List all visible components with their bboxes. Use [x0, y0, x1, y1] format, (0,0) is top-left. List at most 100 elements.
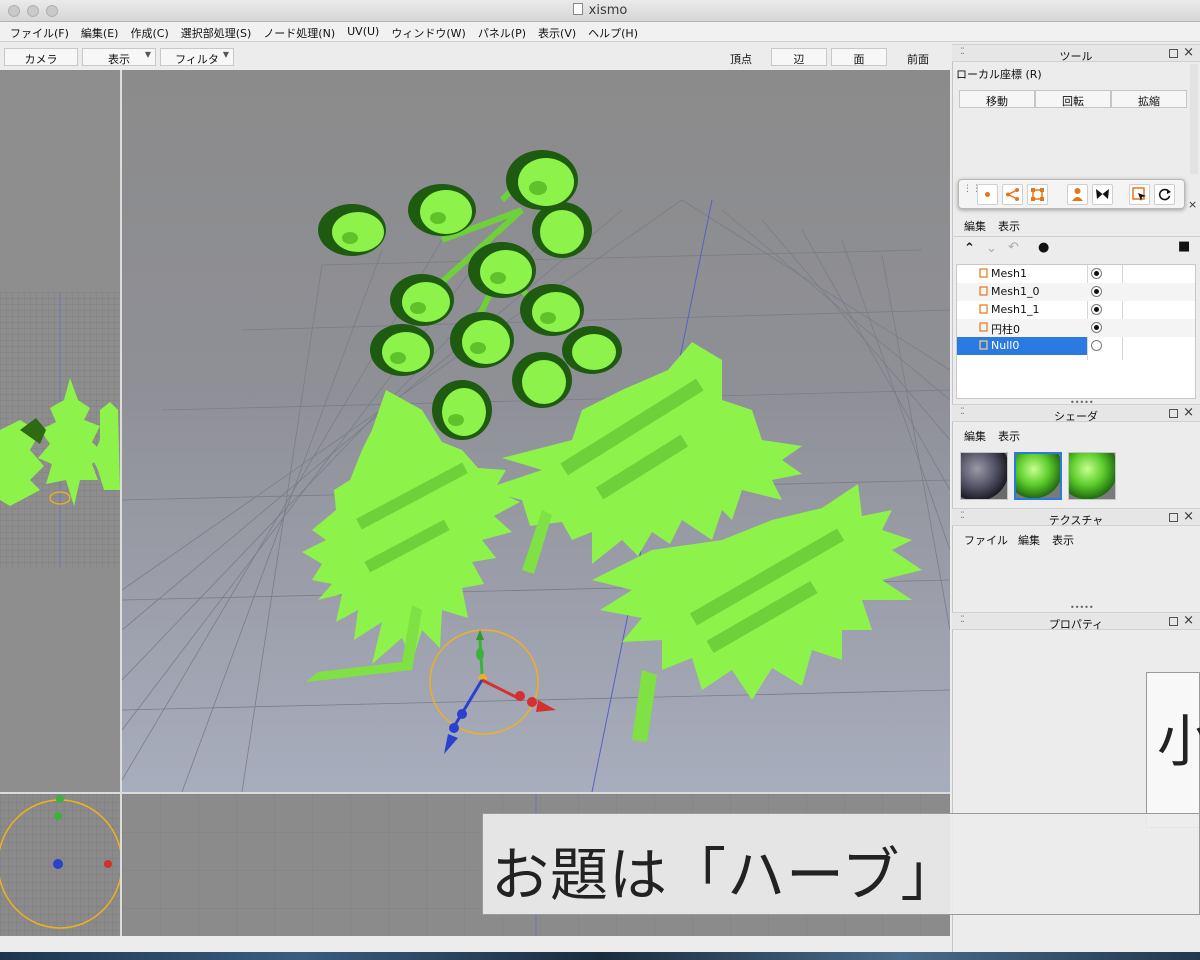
tree-item-label: Mesh1_0: [991, 285, 1040, 298]
visibility-radio[interactable]: [1091, 286, 1102, 297]
vertex-mode-label[interactable]: 頂点: [730, 51, 752, 67]
window-title: xismo: [0, 3, 1200, 18]
perspective-viewport[interactable]: [122, 70, 950, 792]
filter-dropdown[interactable]: フィルタ ▼: [160, 48, 234, 66]
chevron-down-icon: ▼: [222, 50, 229, 59]
maximize-icon[interactable]: [1169, 49, 1178, 58]
select-arrow-icon[interactable]: [1129, 184, 1150, 205]
close-icon[interactable]: ×: [1188, 198, 1197, 211]
top-viewport[interactable]: [0, 794, 120, 936]
menu-uv[interactable]: UV(U): [341, 22, 385, 41]
transform-gizmo[interactable]: [429, 629, 556, 754]
property-panel-header: ⁚⁚ プロパティ ×: [952, 612, 1200, 631]
move-button[interactable]: 移動: [959, 90, 1035, 108]
floating-icon-toolbar: ⋮⋮: [958, 179, 1185, 209]
maximize-icon[interactable]: [1169, 617, 1178, 626]
tree-item-null0[interactable]: Null0: [957, 337, 1195, 355]
tree-item-mesh1-1[interactable]: Mesh1_1: [957, 301, 1195, 319]
menu-bar: ファイル(F) 編集(E) 作成(C) 選択部処理(S) ノード処理(N) UV…: [0, 22, 1200, 42]
move-up-icon[interactable]: ⌃: [964, 241, 975, 256]
camera-button[interactable]: カメラ: [4, 48, 78, 66]
leaf-mesh-left: [302, 390, 520, 682]
viewport-separator-vertical[interactable]: [120, 70, 122, 936]
person-icon[interactable]: [1067, 184, 1088, 205]
users-icon[interactable]: ●: [1038, 240, 1049, 255]
edge-mode-button[interactable]: 辺: [771, 48, 827, 66]
tree-item-mesh1-0[interactable]: Mesh1_0: [957, 283, 1195, 301]
edge-label: 辺: [793, 53, 805, 66]
tool-panel-scrollbar[interactable]: [1190, 64, 1198, 174]
shader-swatch-gray[interactable]: [960, 452, 1008, 500]
shader-panel-menu: 編集 表示: [952, 425, 1200, 445]
rotate-button[interactable]: 回転: [1035, 90, 1111, 108]
side-caption-text: 小: [1157, 710, 1200, 775]
rotate-glyph: [1158, 188, 1171, 201]
scene-menu-view[interactable]: 表示: [998, 218, 1020, 234]
shader-menu-edit[interactable]: 編集: [964, 428, 986, 444]
resize-handle[interactable]: •••••: [1070, 603, 1094, 612]
display-label: 表示: [108, 53, 130, 66]
undo-icon[interactable]: ↶: [1008, 240, 1019, 255]
shader-menu-view[interactable]: 表示: [998, 428, 1020, 444]
menu-selection[interactable]: 選択部処理(S): [175, 22, 258, 41]
tree-item-cylinder0[interactable]: 円柱0: [957, 319, 1195, 337]
selection-highlight: [957, 337, 1087, 355]
maximize-icon[interactable]: [1169, 409, 1178, 418]
rotate-icon[interactable]: [1154, 184, 1175, 205]
viewport-separator-horizontal[interactable]: [0, 792, 950, 794]
menu-view[interactable]: 表示(V): [532, 22, 582, 41]
tool-panel-title: ツール: [1059, 50, 1093, 63]
perspective-viewport-canvas: [122, 150, 950, 792]
visibility-radio[interactable]: [1091, 322, 1102, 333]
visibility-radio[interactable]: [1091, 268, 1102, 279]
vertex-dot-glyph: [985, 192, 990, 197]
menu-window[interactable]: ウィンドウ(W): [385, 22, 471, 41]
butterfly-icon[interactable]: [1092, 184, 1113, 205]
texture-menu-view[interactable]: 表示: [1052, 532, 1074, 548]
menu-panel[interactable]: パネル(P): [472, 22, 532, 41]
tree-item-mesh1[interactable]: Mesh1: [957, 265, 1195, 283]
side-viewport-canvas: [0, 292, 120, 568]
trash-icon[interactable]: ■: [1178, 239, 1190, 254]
mesh-icon: [979, 268, 988, 278]
coord-mode-label[interactable]: ローカル座標 (R): [956, 66, 1042, 82]
window-title-text: xismo: [588, 3, 628, 18]
mesh-bounds-icon[interactable]: [1027, 184, 1048, 205]
texture-menu-edit[interactable]: 編集: [1018, 532, 1040, 548]
texture-menu-file[interactable]: ファイル: [964, 532, 1008, 548]
move-down-icon[interactable]: ⌄: [986, 241, 997, 256]
texture-panel-menu: ファイル 編集 表示: [952, 529, 1200, 549]
face-label: 面: [853, 53, 865, 66]
desktop-dock-strip: [0, 952, 1200, 960]
viewport-toolbar: カメラ 表示 ▼ フィルタ ▼ 頂点 辺 面 前面: [0, 44, 952, 70]
butterfly-glyph: [1096, 189, 1109, 199]
caption-overlay: お題は「ハーブ」: [482, 813, 1200, 915]
shader-swatch-green-selected[interactable]: [1014, 452, 1062, 500]
face-mode-button[interactable]: 面: [831, 48, 887, 66]
share-nodes-icon[interactable]: [1002, 184, 1023, 205]
menu-help[interactable]: ヘルプ(H): [582, 22, 644, 41]
scale-button[interactable]: 拡縮: [1111, 90, 1187, 108]
close-icon[interactable]: ×: [1183, 405, 1194, 420]
side-viewport[interactable]: [0, 70, 120, 792]
menu-edit[interactable]: 編集(E): [75, 22, 125, 41]
close-icon[interactable]: ×: [1183, 45, 1194, 60]
mesh-icon: [979, 304, 988, 314]
close-icon[interactable]: ×: [1183, 509, 1194, 524]
display-dropdown[interactable]: 表示 ▼: [82, 48, 156, 66]
menu-file[interactable]: ファイル(F): [4, 22, 75, 41]
maximize-icon[interactable]: [1169, 513, 1178, 522]
title-bar: xismo: [0, 0, 1200, 22]
close-icon[interactable]: ×: [1183, 613, 1194, 628]
vertex-dot-icon[interactable]: [977, 184, 998, 205]
scene-menu-edit[interactable]: 編集: [964, 218, 986, 234]
mesh-icon: [979, 286, 988, 296]
person-glyph: [1072, 188, 1083, 201]
menu-node[interactable]: ノード処理(N): [257, 22, 341, 41]
menu-create[interactable]: 作成(C): [124, 22, 174, 41]
shader-swatch-green[interactable]: [1068, 452, 1116, 500]
filter-label: フィルタ: [175, 53, 219, 66]
visibility-radio[interactable]: [1091, 304, 1102, 315]
visibility-radio[interactable]: [1091, 340, 1102, 351]
mesh-icon: [979, 322, 988, 332]
